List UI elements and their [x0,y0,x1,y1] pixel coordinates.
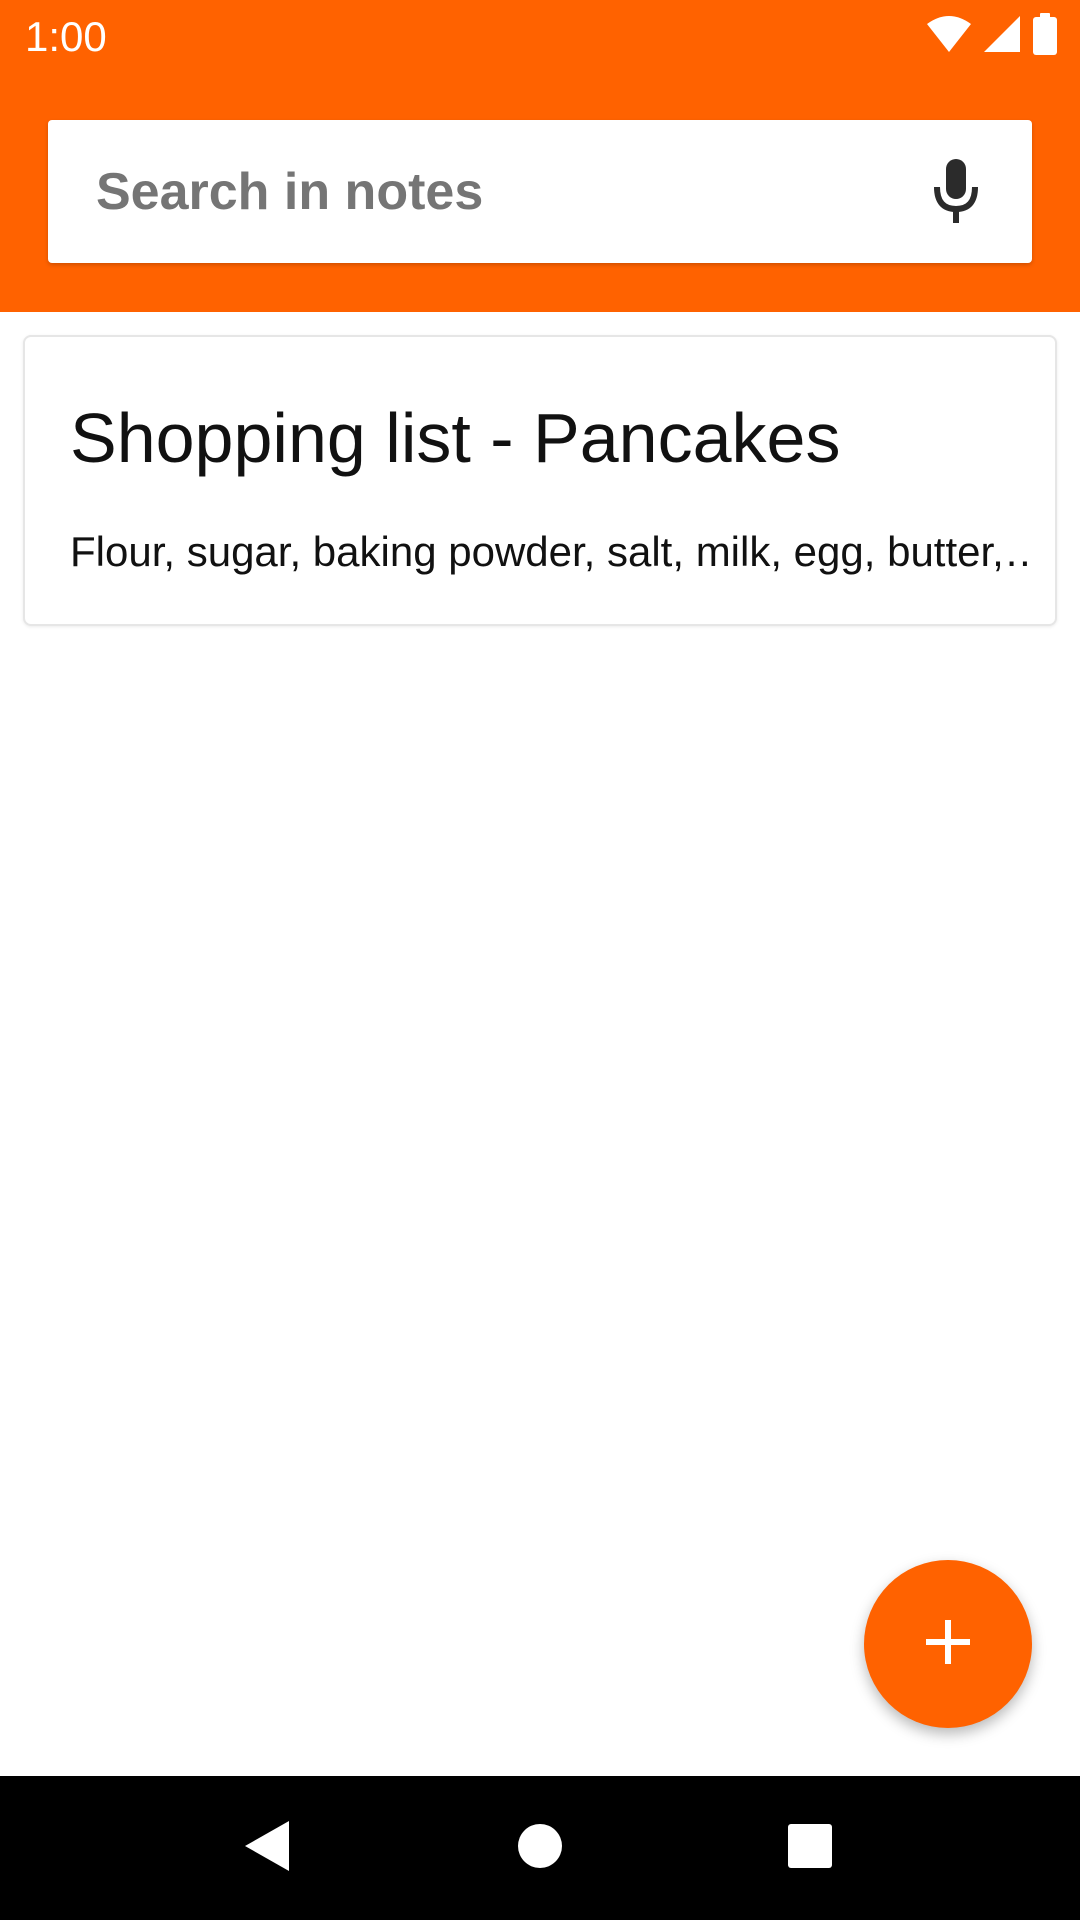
navigation-bar [0,1776,1080,1920]
home-button[interactable] [490,1798,590,1898]
wifi-icon [926,14,972,59]
note-title: Shopping list - Pancakes [70,399,841,477]
app-header: 1:00 [0,0,1080,312]
battery-icon [1032,12,1058,60]
recents-button[interactable] [760,1798,860,1898]
search-input[interactable] [96,120,916,263]
microphone-icon[interactable] [920,156,992,228]
cellular-signal-icon [982,14,1022,59]
home-icon [517,1823,563,1874]
note-preview: Flour, sugar, baking powder, salt, milk,… [70,528,1030,575]
recents-icon [787,1823,833,1874]
back-button[interactable] [217,1798,317,1898]
status-icons [926,12,1058,60]
status-bar: 1:00 [0,0,1080,74]
plus-icon [924,1618,972,1671]
note-card[interactable]: Shopping list - Pancakes Flour, sugar, b… [23,335,1057,626]
add-note-button[interactable] [864,1560,1032,1728]
status-time: 1:00 [25,13,107,60]
search-bar [48,120,1032,263]
back-icon [243,1819,291,1878]
